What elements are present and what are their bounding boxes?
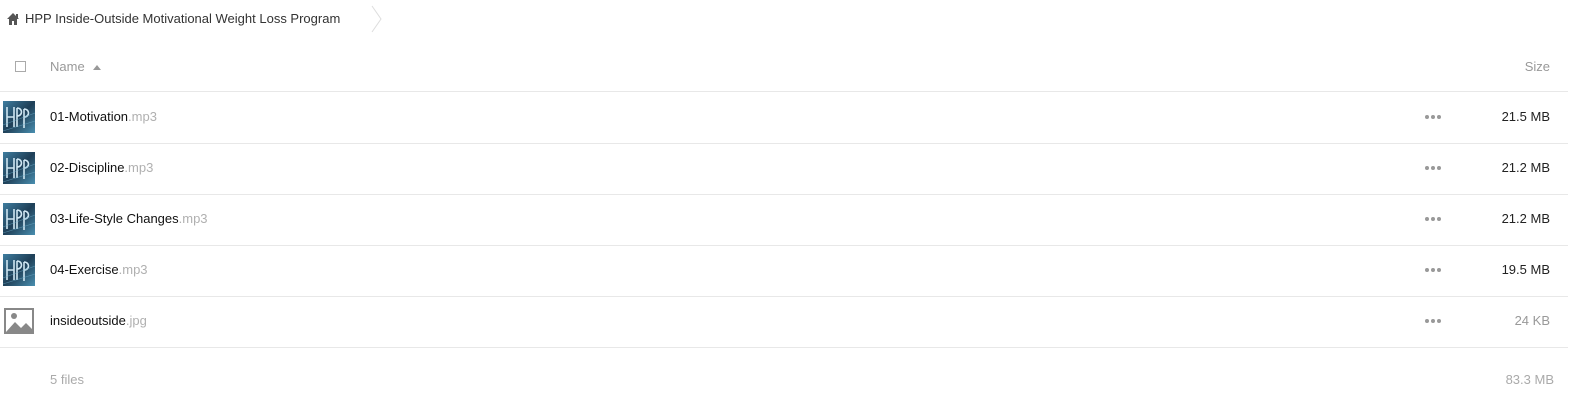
file-row[interactable]: insideoutside.jpg 24 KB [0, 296, 1568, 348]
more-actions-icon[interactable] [1425, 268, 1441, 272]
file-name-link[interactable]: 01-Motivation.mp3 [50, 109, 157, 124]
name-column-label: Name [50, 59, 85, 74]
breadcrumb-separator-icon [371, 5, 382, 33]
file-size: 19.5 MB [1501, 262, 1550, 277]
select-all-checkbox[interactable] [15, 61, 26, 72]
file-extension: .mp3 [128, 109, 157, 124]
file-row[interactable]: 02-Discipline.mp3 21.2 MB [0, 143, 1568, 195]
size-column-header[interactable]: Size [1525, 59, 1550, 74]
more-actions-icon[interactable] [1425, 217, 1441, 221]
image-file-icon [3, 305, 35, 337]
audio-thumbnail-icon [2, 101, 36, 133]
audio-thumbnail-icon [2, 152, 36, 184]
audio-thumbnail-icon [2, 254, 36, 286]
file-base-name: 04-Exercise [50, 262, 119, 277]
file-extension: .mp3 [178, 211, 208, 226]
total-size-summary: 83.3 MB [1505, 372, 1554, 387]
file-name-link[interactable]: 03-Life-Style Changes.mp3 [50, 211, 208, 226]
file-base-name: insideoutside [50, 313, 126, 328]
file-extension: .mp3 [124, 160, 154, 175]
file-name-link[interactable]: 04-Exercise.mp3 [50, 262, 148, 277]
sort-ascending-icon [92, 64, 101, 70]
breadcrumb-folder-link[interactable]: HPP Inside-Outside Motivational Weight L… [25, 11, 340, 26]
file-size: 21.2 MB [1501, 160, 1550, 175]
more-actions-icon[interactable] [1425, 166, 1441, 170]
audio-thumbnail-icon [2, 203, 36, 235]
file-base-name: 01-Motivation [50, 109, 129, 124]
file-extension: .jpg [125, 313, 147, 328]
file-base-name: 02-Discipline [50, 160, 125, 175]
more-actions-icon[interactable] [1425, 319, 1441, 323]
file-list-header: Name Size [0, 44, 1568, 92]
name-column-header[interactable]: Name [50, 59, 101, 74]
file-base-name: 03-Life-Style Changes [50, 211, 179, 226]
file-row[interactable]: 01-Motivation.mp3 21.5 MB [0, 92, 1568, 144]
file-count-summary: 5 files [50, 372, 84, 387]
file-extension: .mp3 [118, 262, 148, 277]
file-size: 21.5 MB [1501, 109, 1550, 124]
file-size: 24 KB [1514, 313, 1550, 328]
more-actions-icon[interactable] [1425, 115, 1441, 119]
file-name-link[interactable]: insideoutside.jpg [50, 313, 147, 328]
file-row[interactable]: 04-Exercise.mp3 19.5 MB [0, 245, 1568, 297]
file-row[interactable]: 03-Life-Style Changes.mp3 21.2 MB [0, 194, 1568, 246]
file-name-link[interactable]: 02-Discipline.mp3 [50, 160, 153, 175]
home-icon[interactable] [6, 12, 20, 26]
file-size: 21.2 MB [1501, 211, 1550, 226]
